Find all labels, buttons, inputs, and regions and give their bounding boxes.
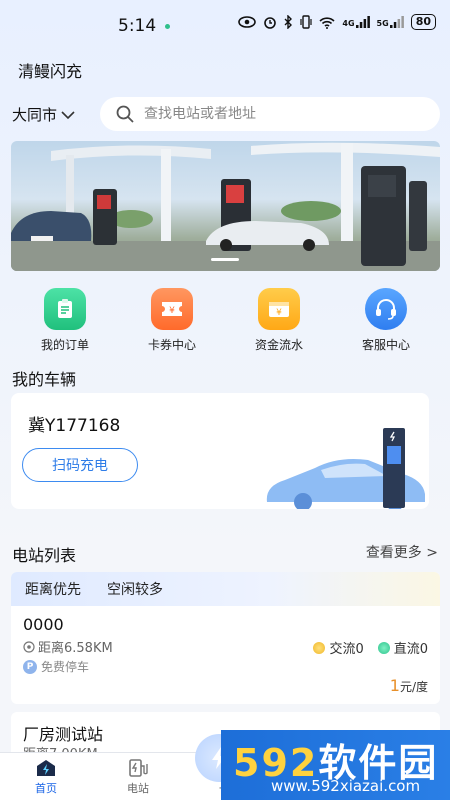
coupon-icon: ¥ xyxy=(151,288,193,330)
charger-counts: 交流0 直流0 xyxy=(313,638,428,657)
chevron-down-icon xyxy=(61,110,75,119)
signal-bars-icon xyxy=(355,16,370,28)
station-price: 1元/度 xyxy=(390,676,428,695)
station-name: 厂房测试站 xyxy=(23,725,104,744)
status-bar: 5:14 4G 5G 80 xyxy=(0,0,450,48)
stations-section-title: 电站列表 xyxy=(12,546,77,565)
quick-nav-label: 我的订单 xyxy=(40,338,89,352)
quick-nav-label: 客服中心 xyxy=(361,338,410,352)
parking-icon: P xyxy=(23,659,37,674)
tab-label: 电站 xyxy=(127,781,149,795)
search-input[interactable] xyxy=(144,106,424,122)
svg-text:¥: ¥ xyxy=(276,308,282,318)
signal-4g: 4G xyxy=(342,16,370,28)
app-title: 清鳗闪充 xyxy=(18,62,83,81)
alarm-icon xyxy=(264,17,277,29)
watermark-logo: 592软件园 www.592xiazai.com xyxy=(221,730,450,800)
location-pin-icon xyxy=(23,640,35,653)
signal-5g: 5G xyxy=(377,16,404,28)
dc-dot-icon xyxy=(377,641,390,654)
charger-station-icon xyxy=(129,758,148,777)
wallet-icon: ¥ xyxy=(258,288,300,330)
price-unit: 元/度 xyxy=(399,680,428,694)
quick-nav-coupons[interactable]: ¥ 卡券中心 xyxy=(122,288,222,353)
tab-home[interactable]: 首页 xyxy=(0,753,92,800)
bluetooth-icon xyxy=(284,15,293,29)
wifi-icon xyxy=(319,16,335,29)
search-icon xyxy=(116,105,134,123)
status-icons: 4G 5G 80 xyxy=(238,14,436,30)
vehicle-card[interactable]: 冀Y177168 扫码充电 xyxy=(11,393,429,509)
price-value: 1 xyxy=(389,676,400,695)
status-time: 5:14 xyxy=(118,16,157,36)
svg-text:¥: ¥ xyxy=(169,306,175,316)
quick-nav-support[interactable]: 客服中心 xyxy=(336,288,436,353)
clipboard-icon xyxy=(44,288,86,330)
view-more-link[interactable]: 查看更多 > xyxy=(366,542,438,562)
tab-label: 首页 xyxy=(35,781,57,795)
filter-distance[interactable]: 距离优先 xyxy=(25,579,81,599)
home-icon xyxy=(37,759,55,776)
filter-availability[interactable]: 空闲较多 xyxy=(107,579,163,599)
eye-icon xyxy=(238,16,257,28)
tab-stations[interactable]: 电站 xyxy=(92,753,184,800)
vibrate-icon xyxy=(300,15,313,29)
car-charger-illustration xyxy=(266,428,425,509)
quick-nav: 我的订单 ¥ 卡券中心 ¥ 资金流水 客服中心 xyxy=(11,288,440,353)
station-filter-bar: 距离优先 空闲较多 xyxy=(11,572,440,606)
ac-dot-icon xyxy=(313,641,326,654)
dc-charger-count: 直流0 xyxy=(377,638,428,657)
scan-charge-button[interactable]: 扫码充电 xyxy=(22,448,138,482)
charging-station-photo xyxy=(11,142,440,271)
quick-nav-label: 卡券中心 xyxy=(147,338,196,352)
parking-info: P 免费停车 xyxy=(23,658,89,675)
city-label: 大同市 xyxy=(12,106,58,124)
ac-charger-count: 交流0 xyxy=(313,638,364,657)
license-plate: 冀Y177168 xyxy=(28,416,121,436)
promo-banner[interactable] xyxy=(11,141,440,271)
banner-page-indicator xyxy=(211,258,239,261)
station-card[interactable]: 距离优先 空闲较多 0000 距离6.58KM P 免费停车 交流0 直流0 1… xyxy=(11,572,440,704)
quick-nav-funds[interactable]: ¥ 资金流水 xyxy=(229,288,329,353)
quick-nav-orders[interactable]: 我的订单 xyxy=(15,288,115,353)
headset-icon xyxy=(365,288,407,330)
station-name: 0000 xyxy=(23,615,64,634)
vehicle-section-title: 我的车辆 xyxy=(12,370,77,389)
watermark-url: www.592xiazai.com xyxy=(271,777,421,795)
station-distance: 距离6.58KM xyxy=(23,637,113,656)
signal-bars-icon xyxy=(389,16,404,28)
battery-indicator: 80 xyxy=(410,14,436,30)
status-indicator-dot xyxy=(165,24,170,29)
city-selector[interactable]: 大同市 xyxy=(12,104,75,125)
search-bar[interactable] xyxy=(100,97,440,131)
quick-nav-label: 资金流水 xyxy=(254,338,303,352)
